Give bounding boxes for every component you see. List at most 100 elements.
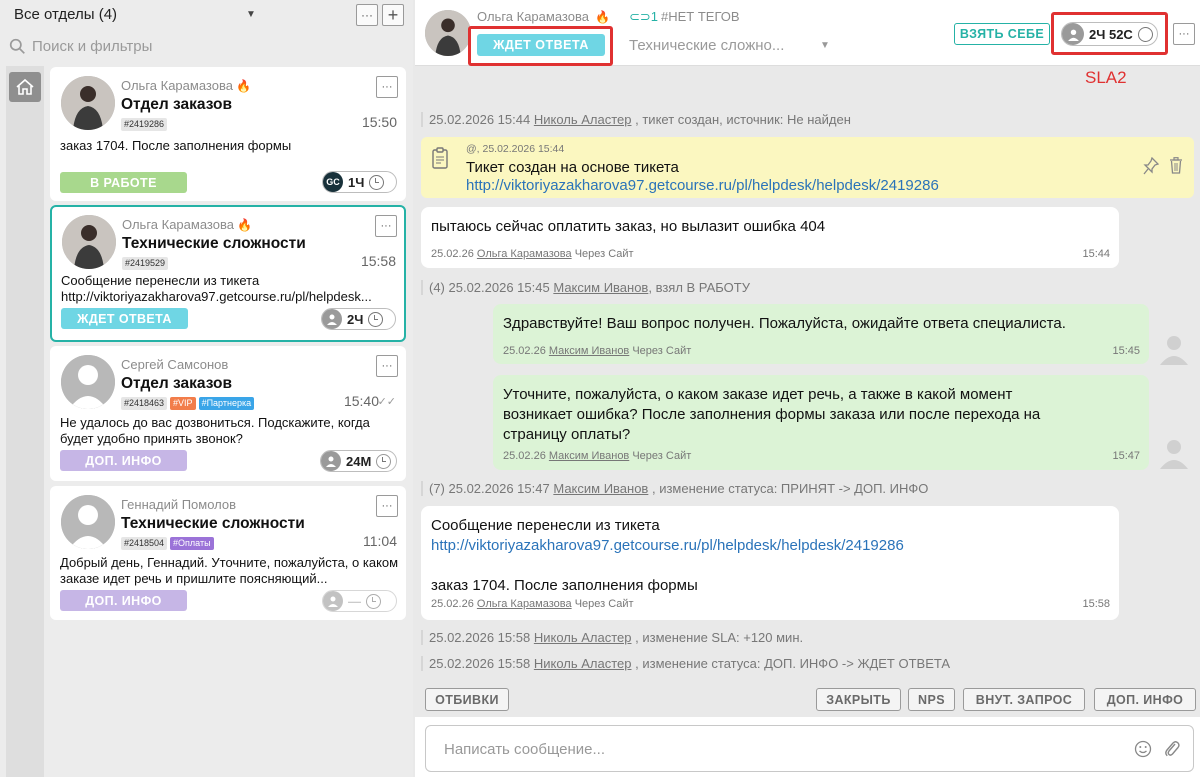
avatar xyxy=(61,495,115,549)
user-link[interactable]: Максим Иванов xyxy=(553,280,648,295)
ticket-time: 15:40 xyxy=(343,393,379,409)
ticket-author: Ольга Карамазова 🔥 xyxy=(122,217,252,232)
agent-avatar-icon xyxy=(1160,440,1188,469)
tag-payments: #Оплаты xyxy=(170,537,214,550)
ticket-preview: Сообщение перенесли из тикета http://vik… xyxy=(61,273,372,304)
search-input[interactable] xyxy=(32,36,392,56)
avatar xyxy=(62,215,116,269)
message-time: 15:47 xyxy=(1112,450,1140,462)
customer-name[interactable]: Ольга Карамазова 🔥 xyxy=(477,9,610,24)
department-title[interactable]: Все отделы (4) xyxy=(14,6,117,23)
more-button[interactable]: ··· xyxy=(1173,23,1195,45)
system-event: 25.02.2026 15:58 Николь Аластер , измене… xyxy=(421,656,950,671)
user-link[interactable]: Максим Иванов xyxy=(553,481,648,496)
ticket-more-button[interactable]: ··· xyxy=(376,355,398,377)
clipboard-icon xyxy=(432,147,448,169)
ticket-more-button[interactable]: ··· xyxy=(375,215,397,237)
ticket-list-panel: Все отделы (4) ▼ ··· + Ольга Карамазова🔥… xyxy=(0,0,413,777)
status-badge[interactable]: ДОП. ИНФО xyxy=(60,590,187,611)
user-link[interactable]: Максим Иванов xyxy=(549,345,629,357)
composer: Написать сообщение... xyxy=(415,717,1200,777)
category-select[interactable]: Технические сложно... xyxy=(629,37,784,54)
status-badge[interactable]: ДОП. ИНФО xyxy=(60,450,187,471)
ticket-card[interactable]: Сергей Самсонов Отдел заказов #2418463 #… xyxy=(50,346,406,481)
close-button[interactable]: ЗАКРЫТЬ xyxy=(816,688,901,711)
tag-id: #2418463 xyxy=(121,397,168,410)
message-meta: 25.02.26 Ольга Карамазова Через Сайт xyxy=(431,598,634,610)
tag-id: #2419529 xyxy=(122,257,169,270)
notice-title: Тикет создан на основе тикета xyxy=(466,159,679,176)
timer-value: 2Ч xyxy=(347,311,364,327)
timer-value: 2Ч 52С xyxy=(1089,26,1133,42)
message-text: Здравствуйте! Ваш вопрос получен. Пожалу… xyxy=(503,315,1066,332)
system-notice: @, 25.02.2026 15:44 Тикет создан на осно… xyxy=(421,137,1194,198)
add-button[interactable]: + xyxy=(382,4,404,26)
more-button[interactable]: ··· xyxy=(356,4,378,26)
caret-down-icon[interactable]: ▼ xyxy=(820,40,830,51)
ticket-preview: Не удалось до вас дозвониться. Подскажит… xyxy=(60,415,370,446)
action-bar: ОТБИВКИ ЗАКРЫТЬ NPS ВНУТ. ЗАПРОС ДОП. ИН… xyxy=(415,688,1200,712)
home-icon xyxy=(16,78,34,95)
ticket-time: 15:50 xyxy=(361,114,397,130)
emoji-icon[interactable] xyxy=(1134,740,1152,758)
user-icon xyxy=(321,451,341,471)
link-icon: ⊂⊃ xyxy=(629,9,651,24)
take-ticket-button[interactable]: ВЗЯТЬ СЕБЕ xyxy=(954,23,1050,45)
ticket-more-button[interactable]: ··· xyxy=(376,76,398,98)
message-meta: 25.02.26 Максим Иванов Через Сайт xyxy=(503,450,692,462)
trash-icon[interactable] xyxy=(1169,157,1183,174)
system-event: (7) 25.02.2026 15:47 Максим Иванов , изм… xyxy=(421,481,928,496)
user-link[interactable]: Ольга Карамазова xyxy=(477,598,572,610)
ticket-more-button[interactable]: ··· xyxy=(376,495,398,517)
sla-timer: 2Ч xyxy=(321,308,396,330)
ticket-tags: #2419529 xyxy=(122,257,169,270)
ticket-card[interactable]: Ольга Карамазова 🔥 Отдел заказов #2419286… xyxy=(50,67,406,201)
agent-message: Здравствуйте! Ваш вопрос получен. Пожалу… xyxy=(493,304,1149,364)
clock-icon xyxy=(369,174,385,190)
user-link[interactable]: Ольга Карамазова xyxy=(477,248,572,260)
ticket-subject: Отдел заказов xyxy=(121,96,233,113)
ticket-tags[interactable]: #НЕТ ТЕГОВ xyxy=(661,9,740,24)
ticket-link[interactable]: http://viktoriyazakharova97.getcourse.ru… xyxy=(431,537,904,554)
message-text: Уточните, пожалуйста, о каком заказе иде… xyxy=(503,386,1041,443)
internal-request-button[interactable]: ВНУТ. ЗАПРОС xyxy=(963,688,1085,711)
tag-id: #2419286 xyxy=(121,118,168,131)
ticket-header: Ольга Карамазова 🔥 ⊂⊃1 #НЕТ ТЕГОВ ЖДЕТ ОТ… xyxy=(415,0,1200,66)
message-time: 15:44 xyxy=(1082,248,1110,260)
ticket-preview: Добрый день, Геннадий. Уточните, пожалуй… xyxy=(60,555,399,586)
user-link[interactable]: Николь Аластер xyxy=(534,630,632,645)
pin-icon[interactable] xyxy=(1143,157,1159,175)
tag-vip: #VIP xyxy=(170,397,196,410)
system-event: 25.02.2026 15:58 Николь Аластер , измене… xyxy=(421,630,803,645)
read-check-icon: ✓✓ xyxy=(377,396,396,408)
pause-icon xyxy=(376,453,392,469)
ticket-author: Сергей Самсонов xyxy=(121,357,229,372)
extra-info-button[interactable]: ДОП. ИНФО xyxy=(1094,688,1196,711)
user-link[interactable]: Николь Аластер xyxy=(534,656,632,671)
message-input[interactable]: Написать сообщение... xyxy=(425,725,1194,772)
status-badge[interactable]: ЖДЕТ ОТВЕТА xyxy=(61,308,188,329)
nps-button[interactable]: NPS xyxy=(908,688,955,711)
sla-timer: GC 1Ч xyxy=(322,171,397,193)
clock-icon xyxy=(368,311,384,327)
avatar xyxy=(61,355,115,409)
ticket-link[interactable]: http://viktoriyazakharova97.getcourse.ru… xyxy=(466,177,939,194)
ticket-tags: #2418463 #VIP #Партнерка xyxy=(121,397,255,410)
user-link[interactable]: Николь Аластер xyxy=(534,112,632,127)
caret-down-icon[interactable]: ▼ xyxy=(246,9,256,20)
ticket-subject: Технические сложности xyxy=(121,515,305,532)
ticket-tags: #2419286 xyxy=(121,118,168,131)
department-selector[interactable]: Все отделы (4) ▼ xyxy=(0,0,413,30)
linked-tickets[interactable]: ⊂⊃1 xyxy=(629,9,658,25)
user-link[interactable]: Максим Иванов xyxy=(549,450,629,462)
home-button[interactable] xyxy=(9,72,41,102)
search-bar xyxy=(0,33,413,59)
ticket-card-active[interactable]: Ольга Карамазова 🔥 Технические сложности … xyxy=(50,205,406,342)
message-meta: 25.02.26 Ольга Карамазова Через Сайт xyxy=(431,248,634,260)
otbivki-button[interactable]: ОТБИВКИ xyxy=(425,688,509,711)
ticket-time: 15:58 xyxy=(360,253,396,269)
paperclip-icon[interactable] xyxy=(1164,739,1180,759)
ticket-subject: Технические сложности xyxy=(122,235,306,252)
ticket-card[interactable]: Геннадий Помолов Технические сложности #… xyxy=(50,486,406,620)
status-badge[interactable]: В РАБОТЕ xyxy=(60,172,187,193)
